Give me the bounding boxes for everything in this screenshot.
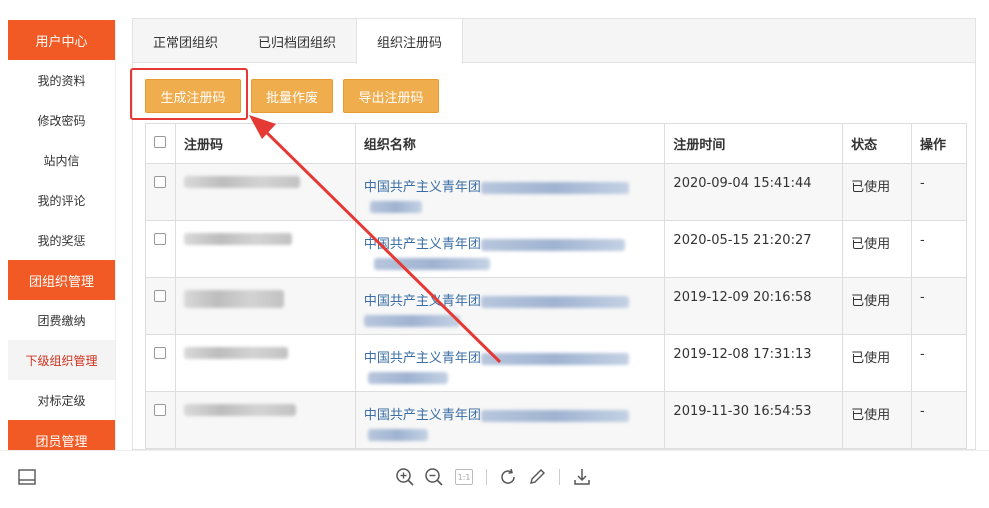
operation-cell: -: [911, 277, 967, 335]
row-checkbox[interactable]: [154, 347, 167, 359]
sidebar-item-change-password[interactable]: 修改密码: [8, 100, 115, 140]
table-row: 中国共产主义青年团 2019-12-09 20:16:58 已使用 -: [145, 277, 967, 335]
rotate-icon[interactable]: [497, 466, 519, 488]
reg-time: 2019-12-08 17:31:13: [664, 334, 844, 392]
header-org-name: 组织名称: [354, 123, 666, 164]
status-text: 已使用: [842, 391, 913, 449]
header-reg-time: 注册时间: [664, 123, 844, 164]
status-text: 已使用: [842, 334, 913, 392]
row-checkbox[interactable]: [154, 176, 167, 188]
sidebar-item-my-profile[interactable]: 我的资料: [8, 60, 115, 100]
redacted-code: [183, 176, 300, 188]
sidebar-item-my-comments[interactable]: 我的评论: [8, 180, 115, 220]
sidebar: 用户中心 我的资料 修改密码 站内信 我的评论 我的奖惩 团组织管理 团费缴纳 …: [8, 20, 116, 460]
operation-cell: -: [911, 334, 967, 392]
row-checkbox[interactable]: [154, 290, 167, 302]
sidebar-item-messages[interactable]: 站内信: [8, 140, 115, 180]
redacted-org-name: [480, 238, 625, 251]
org-name-link[interactable]: 中国共产主义青年团: [364, 351, 481, 366]
reg-time: 2019-11-30 16:54:53: [664, 391, 844, 449]
org-name-link[interactable]: 中国共产主义青年团: [364, 294, 481, 309]
sidebar-section-org-management[interactable]: 团组织管理: [8, 260, 115, 300]
table-row: 中国共产主义青年团 2020-09-04 15:41:44 已使用 -: [145, 163, 967, 221]
reg-time: 2020-05-15 21:20:27: [664, 220, 844, 278]
select-all-checkbox[interactable]: [154, 135, 167, 148]
tab-bar: 正常团组织 已归档团组织 组织注册码: [133, 19, 975, 64]
sidebar-item-benchmark-rating[interactable]: 对标定级: [8, 380, 115, 420]
toolbar-divider: [559, 469, 560, 485]
redacted-org-name: [367, 428, 428, 441]
redacted-code: [183, 290, 284, 308]
zoom-out-icon[interactable]: [423, 466, 445, 488]
sidebar-item-my-rewards[interactable]: 我的奖惩: [8, 220, 115, 260]
operation-cell: -: [911, 391, 967, 449]
layout-icon[interactable]: [16, 466, 38, 488]
header-status: 状态: [842, 123, 913, 164]
redacted-org-name: [480, 352, 629, 365]
toolbar-divider: [486, 469, 487, 485]
redacted-org-name: [480, 409, 629, 422]
select-all-cell: [145, 123, 176, 164]
annotation-highlight-box: [130, 68, 248, 120]
operation-cell: -: [911, 163, 967, 221]
header-operation: 操作: [911, 123, 967, 164]
redacted-org-name: [480, 181, 629, 194]
sidebar-item-sub-org-management[interactable]: 下级组织管理: [8, 340, 115, 380]
registration-code-table: 注册码 组织名称 注册时间 状态 操作 中国共产主义青年团 2020-09-04…: [145, 123, 967, 449]
actual-size-label: 1:1: [455, 469, 473, 485]
redacted-org-name: [363, 314, 460, 327]
redacted-code: [183, 347, 288, 359]
row-checkbox[interactable]: [154, 233, 167, 245]
batch-void-button[interactable]: 批量作废: [251, 79, 333, 113]
edit-icon[interactable]: [526, 466, 548, 488]
zoom-in-icon[interactable]: [394, 466, 416, 488]
redacted-org-name: [369, 200, 422, 213]
main-panel: 正常团组织 已归档团组织 组织注册码 生成注册码 批量作废 导出注册码 注册码 …: [132, 18, 976, 450]
redacted-org-name: [373, 257, 490, 270]
reg-time: 2020-09-04 15:41:44: [664, 163, 844, 221]
org-name-link[interactable]: 中国共产主义青年团: [364, 237, 481, 252]
status-text: 已使用: [842, 277, 913, 335]
table-header-row: 注册码 组织名称 注册时间 状态 操作: [145, 123, 967, 164]
redacted-org-name: [367, 371, 448, 384]
redacted-code: [183, 404, 296, 416]
table-row: 中国共产主义青年团 2020-05-15 21:20:27 已使用 -: [145, 220, 967, 278]
row-checkbox[interactable]: [154, 404, 167, 416]
status-text: 已使用: [842, 163, 913, 221]
table-row: 中国共产主义青年团 2019-12-08 17:31:13 已使用 -: [145, 334, 967, 392]
tab-normal-orgs[interactable]: 正常团组织: [133, 19, 238, 63]
operation-cell: -: [911, 220, 967, 278]
viewer-toolbar: 1:1: [0, 450, 989, 508]
tab-org-registration-codes[interactable]: 组织注册码: [356, 19, 464, 64]
redacted-org-name: [480, 295, 629, 308]
org-name-link[interactable]: 中国共产主义青年团: [364, 408, 481, 423]
org-name-link[interactable]: 中国共产主义青年团: [364, 180, 481, 195]
sidebar-item-fee-payment[interactable]: 团费缴纳: [8, 300, 115, 340]
tab-archived-orgs[interactable]: 已归档团组织: [238, 19, 356, 63]
table-row: 中国共产主义青年团 2019-11-30 16:54:53 已使用 -: [145, 391, 967, 449]
reg-time: 2019-12-09 20:16:58: [664, 277, 844, 335]
sidebar-section-user-center[interactable]: 用户中心: [8, 20, 115, 60]
actual-size-icon[interactable]: 1:1: [453, 466, 475, 488]
header-code: 注册码: [174, 123, 356, 164]
download-icon[interactable]: [571, 466, 593, 488]
redacted-code: [183, 233, 292, 245]
status-text: 已使用: [842, 220, 913, 278]
export-codes-button[interactable]: 导出注册码: [343, 79, 439, 113]
